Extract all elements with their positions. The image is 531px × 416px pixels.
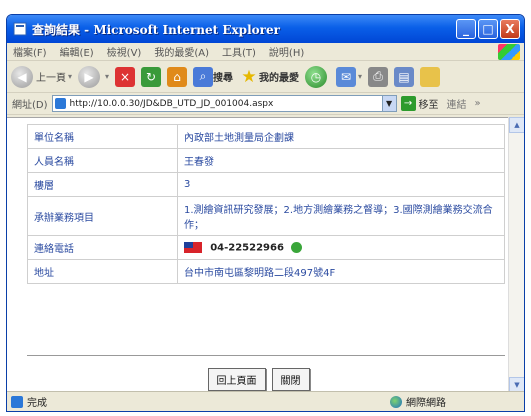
folder-icon	[420, 66, 441, 87]
table-row: 樓層 3	[27, 172, 505, 197]
menu-help[interactable]: 說明(H)	[269, 44, 304, 59]
minimize-button[interactable]: _	[456, 19, 476, 39]
field-label: 地址	[27, 259, 178, 284]
go-label: 移至	[418, 100, 439, 111]
field-label: 承辦業務項目	[27, 196, 178, 236]
vertical-scrollbar[interactable]: ▲ ▼	[508, 117, 524, 393]
menu-file[interactable]: 檔案(F)	[13, 44, 47, 59]
favorites-button[interactable]: ★ 我的最愛	[239, 67, 299, 87]
status-bar: 完成 網際網路	[7, 391, 524, 411]
field-label: 連絡電話	[27, 235, 178, 260]
details-table: 單位名稱 內政部土地測量局企劃課 人員名稱 王春發 樓層 3 承辦業務項目 1.…	[27, 124, 505, 284]
forward-button[interactable]: ▶ ▾	[78, 65, 110, 88]
scroll-up-icon[interactable]: ▲	[509, 117, 524, 133]
print-button[interactable]: ⎙	[368, 66, 389, 87]
chevron-down-icon: ▾	[68, 72, 73, 81]
phone-number[interactable]: 04-22522966	[210, 242, 284, 253]
stop-icon: ×	[115, 66, 136, 87]
maximize-button[interactable]: □	[478, 19, 498, 39]
mail-button[interactable]: ✉ ▾	[336, 66, 363, 87]
go-arrow-icon: →	[400, 96, 416, 111]
home-icon: ⌂	[167, 66, 188, 87]
field-value: 台中市南屯區黎明路二段497號4F	[177, 259, 505, 284]
chevron-down-icon[interactable]: ▼	[381, 96, 396, 111]
address-label: 網址(D)	[12, 100, 48, 111]
taiwan-flag-icon	[184, 241, 202, 253]
back-to-previous-button[interactable]: 回上頁面	[207, 368, 266, 391]
page-icon	[54, 98, 66, 109]
call-icon[interactable]	[291, 241, 303, 253]
favorites-label: 我的最愛	[259, 73, 300, 84]
folder-button[interactable]	[420, 66, 441, 87]
go-button[interactable]: → 移至	[400, 96, 439, 111]
stop-button[interactable]: ×	[115, 66, 136, 87]
search-button[interactable]: ⌕ 搜尋	[193, 66, 234, 87]
close-button[interactable]: 關閉	[271, 368, 310, 391]
field-label: 人員名稱	[27, 148, 178, 173]
refresh-icon: ↻	[141, 66, 162, 87]
table-row: 單位名稱 內政部土地測量局企劃課	[27, 124, 505, 149]
forward-arrow-icon: ▶	[78, 65, 101, 88]
refresh-button[interactable]: ↻	[141, 66, 162, 87]
address-input[interactable]: http://10.0.0.30/JD&DB_UTD_JD_001004.asp…	[51, 95, 397, 112]
back-label: 上一頁	[36, 73, 66, 84]
toolbar: ◀ 上一頁 ▾ ▶ ▾ × ↻ ⌂ ⌕ 搜尋 ★ 我的最愛 ◷ ✉ ▾ ⎙ ▤	[7, 61, 524, 93]
links-button[interactable]: 連結	[447, 96, 467, 111]
edit-icon: ▤	[394, 66, 415, 87]
field-value: 內政部土地測量局企劃課	[177, 124, 505, 149]
search-label: 搜尋	[213, 73, 234, 84]
browser-window: 查詢結果 - Microsoft Internet Explorer _ □ X…	[6, 14, 525, 412]
address-bar: 網址(D) http://10.0.0.30/JD&DB_UTD_JD_0010…	[7, 93, 524, 115]
table-row: 人員名稱 王春發	[27, 148, 505, 173]
field-label: 單位名稱	[27, 124, 178, 149]
phone-cell: 04-22522966	[177, 235, 505, 260]
globe-icon	[390, 395, 402, 408]
field-value: 1.測繪資訊研究發展；2.地方測繪業務之督導；3.國際測繪業務交流合作；	[177, 196, 505, 236]
close-window-button[interactable]: X	[500, 19, 520, 39]
page-content: 單位名稱 內政部土地測量局企劃課 人員名稱 王春發 樓層 3 承辦業務項目 1.…	[7, 117, 510, 393]
menu-tools[interactable]: 工具(T)	[222, 44, 256, 59]
menu-edit[interactable]: 編輯(E)	[60, 44, 94, 59]
zone-label: 網際網路	[406, 398, 446, 409]
address-url: http://10.0.0.30/JD&DB_UTD_JD_001004.asp…	[69, 98, 274, 109]
divider	[27, 355, 505, 356]
chevron-down-icon: ▾	[358, 72, 363, 81]
table-row: 連絡電話 04-22522966	[27, 235, 505, 260]
back-arrow-icon: ◀	[11, 65, 33, 88]
chevron-right-icon[interactable]: »	[475, 98, 481, 109]
chevron-down-icon: ▾	[105, 72, 110, 81]
history-icon: ◷	[305, 65, 328, 88]
menu-favorites[interactable]: 我的最愛(A)	[154, 44, 209, 59]
window-title: 查詢結果 - Microsoft Internet Explorer	[32, 22, 280, 37]
security-zone: 網際網路	[390, 394, 446, 409]
field-value: 王春發	[177, 148, 505, 173]
star-icon: ★	[241, 66, 257, 87]
menu-bar: 檔案(F) 編輯(E) 檢視(V) 我的最愛(A) 工具(T) 說明(H)	[7, 43, 524, 61]
back-button[interactable]: ◀ 上一頁 ▾	[11, 65, 73, 88]
edit-button[interactable]: ▤	[394, 66, 415, 87]
menu-view[interactable]: 檢視(V)	[107, 44, 142, 59]
home-button[interactable]: ⌂	[167, 66, 188, 87]
print-icon: ⎙	[368, 66, 389, 87]
field-value: 3	[177, 172, 505, 197]
search-icon: ⌕	[193, 66, 214, 87]
table-row: 地址 台中市南屯區黎明路二段497號4F	[27, 259, 505, 284]
title-bar: 查詢結果 - Microsoft Internet Explorer _ □ X	[7, 15, 524, 43]
mail-icon: ✉	[336, 66, 357, 87]
page-icon	[11, 395, 23, 408]
button-row: 回上頁面 關閉	[7, 368, 510, 391]
windows-logo-icon	[498, 44, 520, 60]
table-row: 承辦業務項目 1.測繪資訊研究發展；2.地方測繪業務之督導；3.國際測繪業務交流…	[27, 196, 505, 236]
field-label: 樓層	[27, 172, 178, 197]
status-text: 完成	[27, 398, 47, 409]
ie-page-icon	[13, 22, 27, 36]
history-button[interactable]: ◷	[305, 65, 330, 88]
